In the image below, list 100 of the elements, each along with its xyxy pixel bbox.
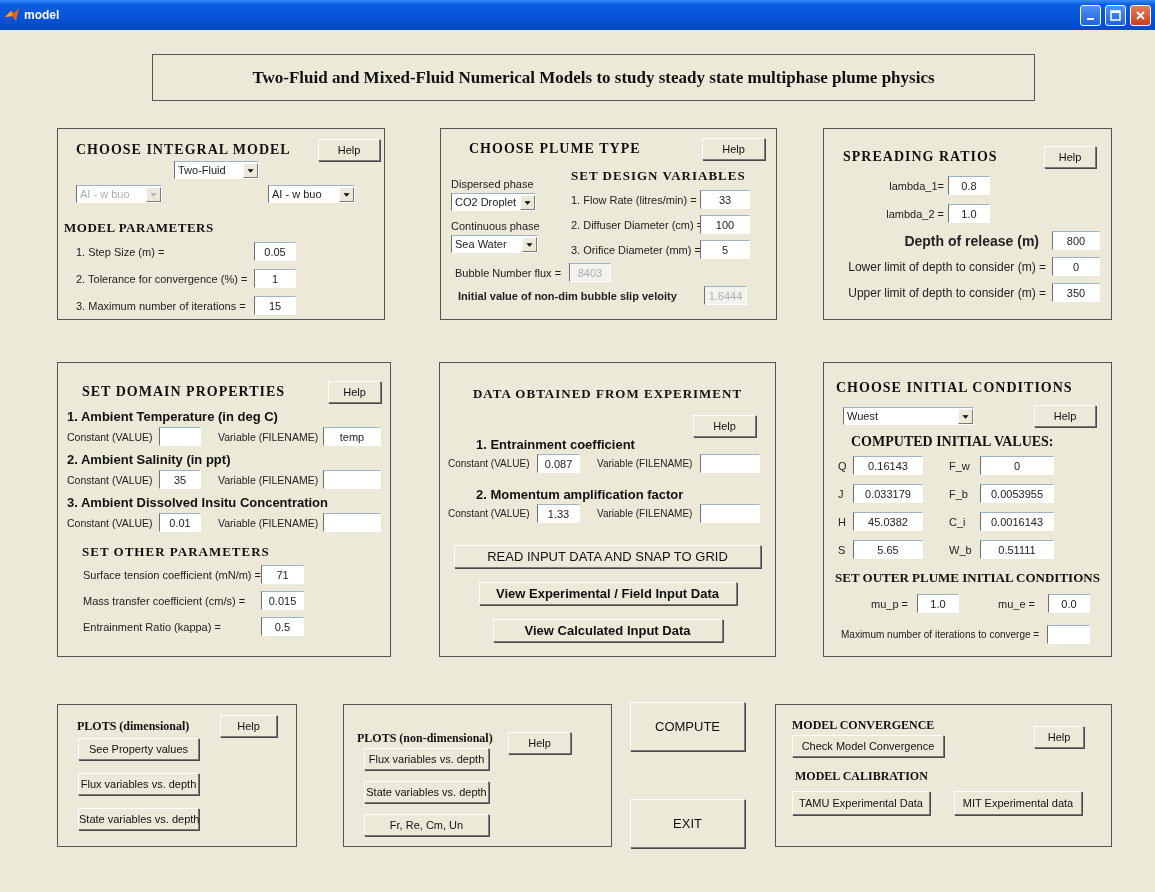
caret-icon [243, 162, 258, 178]
calibration-button[interactable]: MIT Experimental data [954, 791, 1082, 815]
panel-title: DATA OBTAINED FROM EXPERIMENT [472, 386, 743, 402]
dropdown[interactable]: AI - w buo [268, 185, 355, 203]
caret-icon [146, 186, 161, 202]
input-field[interactable]: 0.033179 [853, 484, 923, 503]
panel-title: CHOOSE INTEGRAL MODEL [76, 142, 291, 158]
plot-button[interactable]: State variables vs. depth [78, 808, 199, 830]
input-field[interactable] [323, 513, 381, 532]
help-button[interactable]: Help [328, 381, 381, 403]
plot-button[interactable]: Flux variables vs. depth [78, 773, 199, 795]
dropdown[interactable]: CO2 Droplet [451, 193, 536, 211]
field-label: H [838, 515, 847, 528]
field-label: Variable (FILENAME) [218, 473, 320, 486]
input-field[interactable]: 0.8 [948, 176, 990, 195]
input-field[interactable]: 33 [700, 190, 750, 209]
input-field[interactable]: 0.5 [261, 617, 304, 636]
input-field[interactable]: 100 [700, 215, 750, 234]
field-label: Maximum number of iterations to converge = [841, 629, 1040, 640]
field-label: Constant (VALUE) [448, 458, 531, 469]
input-field[interactable]: 0.05 [254, 242, 296, 261]
field-label: mu_p = [871, 597, 909, 610]
field-label: lambda_1= [888, 179, 944, 192]
input-field[interactable]: 0.0 [1048, 594, 1090, 613]
input-field[interactable]: 1.33 [537, 504, 580, 523]
field-label: Variable (FILENAME) [218, 516, 320, 529]
field-label: 3. Maximum number of iterations = [76, 299, 247, 312]
convergence-button[interactable]: Check Model Convergence [792, 735, 944, 757]
input-field[interactable] [323, 470, 381, 489]
help-button[interactable]: Help [693, 415, 756, 437]
plot-button[interactable]: See Property values [78, 738, 199, 760]
input-field[interactable] [700, 454, 760, 473]
section-title: SET DESIGN VARIABLES [571, 168, 747, 184]
caret-icon [958, 408, 973, 424]
help-button[interactable]: Help [1044, 146, 1096, 168]
help-button[interactable]: Help [1034, 726, 1084, 748]
panel-title: SET DOMAIN PROPERTIES [82, 384, 286, 400]
input-field[interactable] [1047, 625, 1090, 644]
plot-button[interactable]: Flux variables vs. depth [364, 748, 489, 770]
action-button[interactable]: READ INPUT DATA AND SNAP TO GRID [454, 545, 761, 568]
field-label: Variable (FILENAME) [597, 458, 694, 469]
input-field[interactable]: 71 [261, 565, 304, 584]
dropdown[interactable]: Sea Water [451, 235, 538, 253]
field-label: J [838, 487, 845, 500]
input-field[interactable]: 0.16143 [853, 456, 923, 475]
input-field[interactable]: 350 [1052, 283, 1100, 302]
field-label: 3. Orifice Diameter (mm) = [571, 243, 700, 256]
action-button[interactable]: View Experimental / Field Input Data [478, 582, 737, 605]
input-field[interactable] [700, 504, 760, 523]
maximize-button[interactable] [1105, 4, 1126, 26]
dropdown[interactable]: Wuest [843, 407, 974, 425]
input-field[interactable]: 1.0 [948, 204, 990, 223]
input-field[interactable]: 0.087 [537, 454, 580, 473]
field-label: Surface tension coefficient (mN/m) = [83, 568, 261, 581]
input-field[interactable]: 0.01 [159, 513, 201, 532]
plot-button[interactable]: Fr, Re, Cm, Un [364, 814, 489, 836]
input-field[interactable]: 15 [254, 296, 296, 315]
help-button[interactable]: Help [318, 139, 380, 161]
help-button[interactable]: Help [702, 138, 765, 160]
input-field[interactable]: 0.015 [261, 591, 304, 610]
input-field[interactable]: 0.0016143 [980, 512, 1054, 531]
input-field[interactable]: 800 [1052, 231, 1100, 250]
input-field[interactable]: 5.65 [853, 540, 923, 559]
action-button[interactable]: COMPUTE [630, 702, 745, 751]
calibration-button[interactable]: TAMU Experimental Data [792, 791, 930, 815]
input-field[interactable]: temp [323, 427, 381, 446]
input-field[interactable]: 0 [1052, 257, 1100, 276]
close-button[interactable] [1130, 4, 1151, 26]
field-label: 2. Tolerance for convergence (%) = [76, 272, 249, 285]
minimize-icon [1087, 17, 1094, 20]
input-field[interactable]: 45.0382 [853, 512, 923, 531]
action-button[interactable]: EXIT [630, 799, 745, 848]
minimize-button[interactable] [1080, 4, 1101, 26]
field-label: Constant (VALUE) [448, 508, 531, 519]
input-field[interactable]: 0.51111 [980, 540, 1054, 559]
plot-button[interactable]: State variables vs. depth [364, 781, 489, 803]
field-label: Bubble Number flux = [455, 266, 563, 279]
section-title: SET OUTER PLUME INITIAL CONDITIONS [835, 570, 1100, 586]
field-label: 1. Flow Rate (litres/min) = [571, 193, 698, 206]
input-field[interactable]: 35 [159, 470, 201, 489]
dropdown[interactable]: Two-Fluid [174, 161, 259, 179]
section-title: 1. Ambient Temperature (in deg C) [67, 409, 278, 424]
action-button[interactable]: View Calculated Input Data [492, 619, 723, 642]
help-button[interactable]: Help [1034, 405, 1096, 427]
input-field[interactable] [159, 427, 201, 446]
caret-icon [522, 236, 537, 252]
help-button[interactable]: Help [508, 732, 571, 754]
input-field[interactable]: 0.0053955 [980, 484, 1054, 503]
field-label: W_b [949, 543, 973, 556]
close-icon [1135, 9, 1146, 21]
input-field[interactable]: 0 [980, 456, 1054, 475]
field-label: Upper limit of depth to consider (m) = [848, 285, 1046, 300]
help-button[interactable]: Help [220, 715, 277, 737]
panel-title: CHOOSE PLUME TYPE [469, 141, 641, 157]
input-field[interactable]: 5 [700, 240, 750, 259]
field-label: 1. Step Size (m) = [76, 245, 166, 258]
panel-title: PLOTS (non-dimensional) [357, 730, 493, 746]
field-label: Entrainment Ratio (kappa) = [83, 620, 222, 633]
input-field[interactable]: 1.0 [917, 594, 959, 613]
input-field[interactable]: 1 [254, 269, 296, 288]
